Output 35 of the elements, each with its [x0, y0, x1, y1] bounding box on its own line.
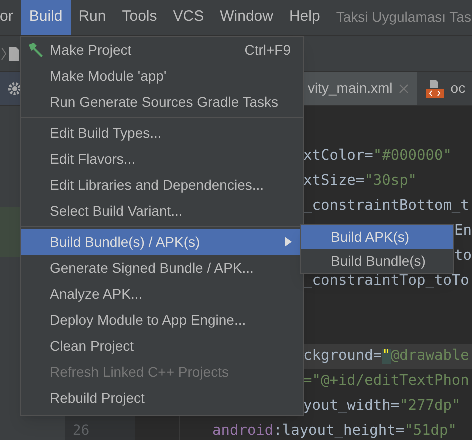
- menu-item[interactable]: Edit Libraries and Dependencies...: [21, 172, 303, 198]
- code-line: xtColor="#000000": [304, 147, 453, 166]
- code-line: _constraintBottom_t: [304, 197, 470, 216]
- code-line: _constraintTop_toTo: [304, 272, 470, 292]
- code-line: ="@+id/editTextPhon: [304, 372, 470, 392]
- chevron-icon: [1, 46, 7, 60]
- menu-item[interactable]: or: [0, 0, 22, 35]
- menu-item[interactable]: Run Generate Sources Gradle Tasks: [21, 89, 303, 115]
- menu-item[interactable]: Make Module 'app': [21, 63, 303, 89]
- code-line: android:layout_height="51dp": [212, 422, 458, 440]
- code-line: xtSize="30sp": [304, 172, 418, 192]
- menu-item[interactable]: Select Build Variant...: [21, 198, 303, 224]
- xml-file-icon: [424, 78, 445, 98]
- menu-item[interactable]: Build APK(s): [301, 225, 453, 249]
- menu-item[interactable]: Help: [281, 0, 328, 35]
- code-line: yout_width="277dp": [304, 397, 462, 416]
- menu-item[interactable]: Analyze APK...: [21, 281, 303, 307]
- menu-item[interactable]: Edit Flavors...: [21, 146, 303, 172]
- menu-item[interactable]: Edit Build Types...: [21, 120, 303, 146]
- menu-item[interactable]: VCS: [165, 0, 212, 35]
- menu-item[interactable]: Rebuild Project: [21, 385, 303, 411]
- menu-item[interactable]: Build: [21, 0, 71, 35]
- window-title: Taksi Uygulaması Tas: [336, 8, 472, 27]
- menu-item[interactable]: Window: [212, 0, 282, 35]
- menu-item[interactable]: Build Bundle(s): [301, 249, 453, 273]
- settings-icon[interactable]: [7, 80, 23, 96]
- menu-item[interactable]: Generate Signed Bundle / APK...: [21, 255, 303, 281]
- code-line: to: [454, 247, 472, 266]
- menu-item[interactable]: Clean Project: [21, 333, 303, 359]
- menu-item[interactable]: Run: [70, 0, 114, 35]
- shortcut-label: Ctrl+F9: [244, 40, 291, 60]
- menu-item[interactable]: Build Bundle(s) / APK(s): [21, 229, 303, 255]
- code-line: En: [454, 222, 472, 242]
- menu-item[interactable]: Deploy Module to App Engine...: [21, 307, 303, 333]
- menu-item[interactable]: Tools: [114, 0, 166, 35]
